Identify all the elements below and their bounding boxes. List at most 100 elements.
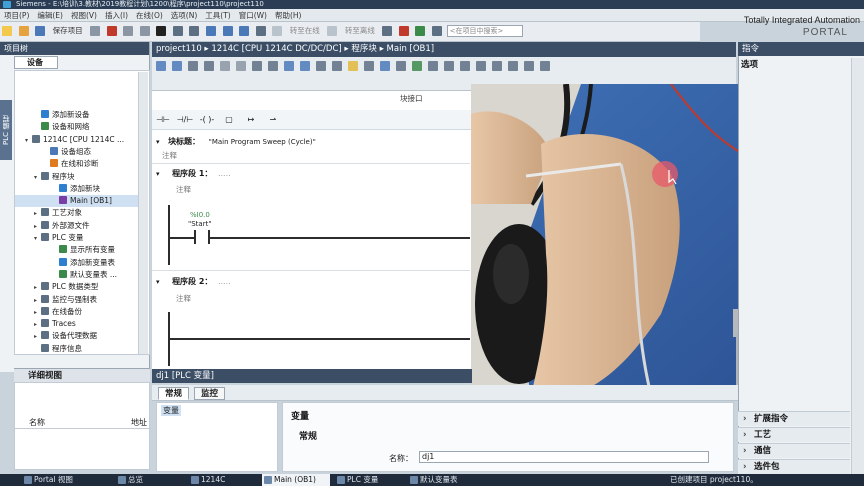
stop-cpu-icon[interactable] (398, 26, 409, 36)
tree-item[interactable]: 在线和诊断 (15, 158, 139, 170)
editor-tool-icon[interactable] (236, 61, 246, 71)
tree-item[interactable]: 设备组态 (15, 146, 139, 158)
editor-tool-icon[interactable] (492, 61, 502, 71)
instr-coil[interactable]: -( )- (198, 114, 216, 126)
devices-tab[interactable]: 设备 (14, 56, 58, 69)
open-project-icon[interactable] (18, 26, 29, 36)
task-main-ob1[interactable]: Main (OB1) (262, 474, 330, 486)
detail-col-name[interactable]: 名称 (29, 417, 45, 428)
editor-tool-icon[interactable] (220, 61, 230, 71)
menu-help[interactable]: 帮助(H) (271, 9, 306, 22)
tab-monitor[interactable]: 监控 (194, 387, 226, 400)
tree-item[interactable]: 添加新变量表 (15, 257, 139, 269)
block-interface-toggle[interactable]: 块接口 (400, 93, 460, 104)
editor-tool-icon[interactable] (428, 61, 438, 71)
tree-item[interactable]: ▸ 工艺对象 (15, 207, 139, 219)
editor-tool-icon[interactable] (396, 61, 406, 71)
menu-edit[interactable]: 编辑(E) (33, 9, 67, 22)
network-2-header[interactable]: ▾ 程序段 2： ..... (156, 276, 231, 288)
undo-icon[interactable] (172, 26, 183, 36)
tree-item[interactable]: ▾ 1214C [CPU 1214C ... (15, 134, 139, 146)
tree-item[interactable]: ▸ 外部源文件 (15, 220, 139, 232)
go-offline-button[interactable]: 转至离线 (342, 22, 378, 40)
name-field[interactable]: dj1 (419, 451, 709, 463)
editor-tool-icon[interactable] (268, 61, 278, 71)
task-plc-tags[interactable]: PLC 变量 (335, 474, 403, 486)
tree-expand-arrow-icon[interactable]: ▾ (34, 233, 41, 245)
tree-expand-arrow-icon[interactable]: ▸ (34, 295, 41, 307)
editor-tool-icon[interactable] (252, 61, 262, 71)
editor-tool-icon[interactable] (316, 61, 326, 71)
redo-icon[interactable] (189, 26, 200, 36)
editor-tool-icon[interactable] (156, 61, 166, 71)
editor-tool-icon[interactable] (508, 61, 518, 71)
print-icon[interactable] (90, 26, 101, 36)
plc-programming-side-tab[interactable]: PLC 编程 (0, 100, 12, 160)
portal-view-button[interactable]: Portal 视图 (22, 474, 112, 486)
project-search-input[interactable]: <在项目中搜索> (446, 25, 523, 37)
paste-icon[interactable] (139, 26, 150, 36)
delete-icon[interactable] (156, 26, 167, 36)
instr-nc-contact[interactable]: ⊣/⊢ (176, 114, 194, 126)
editor-tool-icon[interactable] (540, 61, 550, 71)
menu-online[interactable]: 在线(O) (132, 9, 167, 22)
network-2-title-field[interactable]: ..... (218, 277, 231, 286)
editor-tool-icon[interactable] (172, 61, 182, 71)
editor-tool-icon[interactable] (348, 61, 358, 71)
tree-item[interactable]: Main [OB1] (15, 195, 139, 208)
save-icon[interactable] (35, 26, 46, 36)
block-comment[interactable]: 注释 (162, 150, 177, 160)
tree-item[interactable]: 添加新设备 (15, 109, 139, 121)
tree-item[interactable]: 程序信息 (15, 343, 139, 354)
upload-icon[interactable] (239, 26, 250, 36)
network-1-comment[interactable]: 注释 (176, 184, 191, 194)
tree-expand-arrow-icon[interactable]: ▾ (34, 172, 41, 184)
tree-expand-arrow-icon[interactable]: ▸ (34, 208, 41, 220)
tree-item[interactable]: ▸ Traces (15, 318, 139, 330)
instr-empty-box[interactable]: ▢ (220, 114, 238, 126)
tree-item[interactable]: 添加新块 (15, 183, 139, 195)
editor-tool-icon[interactable] (380, 61, 390, 71)
menu-tools[interactable]: 工具(T) (201, 9, 234, 22)
editor-tool-icon[interactable] (284, 61, 294, 71)
menu-view[interactable]: 视图(V) (67, 9, 101, 22)
editor-tool-icon[interactable] (476, 61, 486, 71)
instructions-scrollbar[interactable] (851, 58, 864, 478)
go-online-icon[interactable] (272, 26, 283, 36)
save-project-button[interactable]: 保存项目 (50, 22, 86, 40)
network-1-title-field[interactable]: ..... (218, 169, 231, 178)
tree-item[interactable]: ▸ 在线备份 (15, 306, 139, 318)
instr-open-branch[interactable]: ↦ (242, 114, 260, 126)
go-online-button[interactable]: 转至在线 (287, 22, 323, 40)
tree-expand-arrow-icon[interactable]: ▸ (34, 307, 41, 319)
network-2-comment[interactable]: 注释 (176, 293, 191, 303)
contact-tag[interactable]: "Start" (188, 220, 212, 228)
instr-section-extended[interactable]: 扩展指令 (738, 411, 850, 427)
go-offline-icon[interactable] (327, 26, 338, 36)
instr-section-communication[interactable]: 通信 (738, 443, 850, 459)
tree-item[interactable]: ▾ 程序块 (15, 171, 139, 183)
contact-address[interactable]: %I0.0 (190, 211, 210, 219)
editor-tool-icon[interactable] (332, 61, 342, 71)
project-tree-scrollbar[interactable] (138, 72, 148, 354)
split-horizontal-icon[interactable] (432, 26, 443, 36)
detail-view-title[interactable]: 详细视图 (14, 368, 150, 382)
editor-tool-icon[interactable] (204, 61, 214, 71)
tree-expand-arrow-icon[interactable]: ▸ (34, 331, 41, 343)
simulation-icon[interactable] (255, 26, 266, 36)
editor-tool-icon[interactable] (412, 61, 422, 71)
task-default-tag-table[interactable]: 默认变量表 (408, 474, 476, 486)
task-overview[interactable]: 总览 (116, 474, 184, 486)
task-1214c[interactable]: 1214C (189, 474, 257, 486)
instr-section-technology[interactable]: 工艺 (738, 427, 850, 443)
tree-item[interactable]: ▾ PLC 变量 (15, 232, 139, 244)
detail-col-address[interactable]: 地址 (131, 417, 147, 428)
tree-expand-arrow-icon[interactable]: ▸ (34, 221, 41, 233)
tree-expand-arrow-icon[interactable]: ▸ (34, 319, 41, 331)
network-1-header[interactable]: ▾ 程序段 1： ..... (156, 168, 231, 180)
tree-item[interactable]: ▸ 设备代理数据 (15, 330, 139, 342)
tree-item[interactable]: 设备和网络 (15, 121, 139, 133)
compile-icon[interactable] (206, 26, 217, 36)
download-icon[interactable] (222, 26, 233, 36)
tree-item[interactable]: 默认变量表 ... (15, 269, 139, 281)
